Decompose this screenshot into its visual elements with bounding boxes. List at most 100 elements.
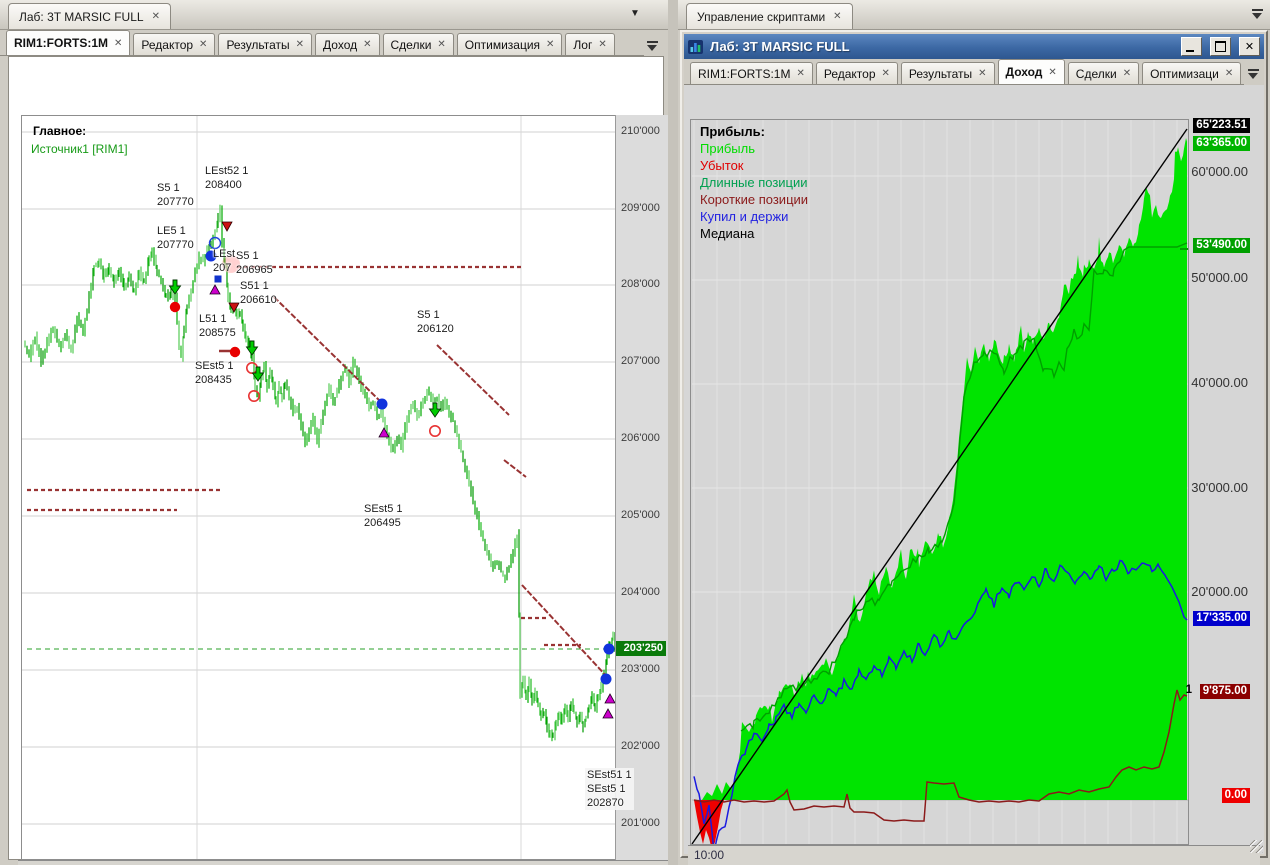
panel-menu-arrow-icon[interactable]: ▼ [630, 8, 640, 19]
legend-item[interactable]: Короткие позиции [700, 191, 808, 208]
tab-label: Редактор [823, 66, 876, 81]
long-entry-triangle-icon [209, 284, 221, 295]
close-button[interactable]: ✕ [1239, 37, 1260, 56]
maximize-button[interactable] [1210, 37, 1231, 56]
tab-close-icon[interactable]: ✕ [796, 68, 804, 79]
tab-доход[interactable]: Доход ✕ [315, 33, 380, 55]
tab-label: Лог [573, 37, 593, 52]
tab-close-icon[interactable]: ✕ [1225, 68, 1233, 79]
y-axis-label: 205'000 [621, 509, 660, 521]
chart-source-label[interactable]: Источник1 [RIM1] [31, 142, 128, 156]
tab-rim1-forts-1m[interactable]: RIM1:FORTS:1M ✕ [6, 30, 131, 55]
left-doc-tabstrip: RIM1:FORTS:1M ✕ Редактор ✕ Результаты ✕ Доход ✕… [0, 30, 644, 56]
tab-сделки[interactable]: Сделки ✕ [1067, 62, 1140, 84]
tab-label: Редактор [141, 37, 194, 52]
equity-time-axis: 10:00 17.03.2011 24.03.2011 31.03.2011 0… [688, 845, 1260, 865]
app-root: Лаб: 3T MARSIC FULL ✕ ▼ RIM1:FORTS:1M ✕ Ре… [0, 0, 1270, 865]
workspace-tab-lab[interactable]: Лаб: 3T MARSIC FULL ✕ [8, 3, 171, 29]
trade-label: S5 1 207770 [157, 182, 194, 208]
value-badge: 63'365.00 [1193, 136, 1250, 151]
workspace-tab-label: Управление скриптами [697, 9, 826, 24]
tab-сделки[interactable]: Сделки ✕ [382, 33, 454, 55]
tab-overflow-icon[interactable] [1248, 68, 1261, 80]
tab-close-icon[interactable]: ✕ [296, 39, 304, 50]
y-axis-label: 204'000 [621, 586, 660, 598]
right-panel: Управление скриптами ✕ Лаб: 3T MARSIC FU… [678, 0, 1270, 865]
tab-close-icon[interactable]: ✕ [114, 38, 122, 49]
trade-label: S5 1 206965 [236, 250, 273, 276]
tab-close-icon[interactable]: ✕ [882, 68, 890, 79]
right-doc-tabstrip: RIM1:FORTS:1M ✕ Редактор ✕ Результаты ✕ Доход ✕… [684, 59, 1244, 85]
price-chart[interactable] [21, 115, 617, 860]
entry-dot-icon [600, 673, 612, 685]
current-price-badge: 203'250 [616, 641, 666, 656]
trend-lines[interactable] [27, 265, 610, 680]
legend-item[interactable]: Убыток [700, 157, 808, 174]
entry-dot-icon [376, 398, 388, 410]
gridlines [21, 115, 615, 860]
y-axis-label: 201'000 [621, 817, 660, 829]
y-axis-label: 40'000.00 [1191, 375, 1248, 390]
tab-результаты[interactable]: Результаты ✕ [218, 33, 313, 55]
workspace-tab-scripts[interactable]: Управление скриптами ✕ [686, 3, 853, 29]
y-axis-label: 208'000 [621, 278, 660, 290]
tab-close-icon[interactable]: ✕ [437, 39, 445, 50]
tab-label: RIM1:FORTS:1M [14, 36, 108, 50]
close-icon[interactable]: ✕ [833, 11, 841, 22]
window-titlebar[interactable]: Лаб: 3T MARSIC FULL ✕ [684, 34, 1264, 59]
legend-item[interactable]: Купил и держи [700, 208, 808, 225]
trade-label: LEst52 1 208400 [205, 165, 249, 191]
legend-item[interactable]: Прибыль [700, 140, 808, 157]
tab-close-icon[interactable]: ✕ [1123, 68, 1131, 79]
tab-close-icon[interactable]: ✕ [199, 39, 207, 50]
time-label: 10:00 [694, 848, 725, 862]
tab-close-icon[interactable]: ✕ [546, 39, 554, 50]
y-axis-label: 207'000 [621, 355, 660, 367]
entry-dot-icon [603, 643, 615, 655]
tab-доход[interactable]: Доход ✕ [997, 59, 1065, 84]
tab-label: Доход [323, 37, 358, 52]
trade-markers [168, 221, 616, 719]
trade-label: S51 1 206610 [240, 280, 277, 306]
tab-label: Результаты [226, 37, 290, 52]
legend-item[interactable]: Длинные позиции [700, 174, 808, 191]
stop-dot-icon [229, 346, 241, 358]
tab-overflow-icon[interactable] [647, 40, 660, 52]
tab-label: Доход [1005, 65, 1043, 79]
tab-close-icon[interactable]: ✕ [1048, 67, 1056, 78]
workspace-tabstrip-right: Управление скриптами ✕ [678, 0, 1270, 30]
long-entry-triangle-icon [604, 693, 616, 704]
tab-лог[interactable]: Лог ✕ [565, 33, 615, 55]
tab-редактор[interactable]: Редактор ✕ [815, 62, 898, 84]
tab-label: Сделки [1075, 66, 1117, 81]
entry-square-icon [214, 275, 222, 283]
tab-close-icon[interactable]: ✕ [598, 39, 606, 50]
long-entry-triangle-icon [602, 708, 614, 719]
y-axis-label: 209'000 [621, 202, 660, 214]
value-badge: 17'335.00 [1193, 611, 1250, 626]
resize-grip[interactable] [1250, 840, 1263, 853]
minimize-button[interactable] [1181, 37, 1202, 56]
close-icon[interactable]: ✕ [152, 11, 160, 22]
legend-item[interactable]: Медиана [700, 225, 808, 242]
trade-label: L51 1 208575 [199, 313, 236, 339]
tab-label: Оптимизация [464, 37, 541, 52]
tab-close-icon[interactable]: ✕ [363, 39, 371, 50]
tab-оптимизаци[interactable]: Оптимизаци ✕ [1142, 62, 1242, 84]
tab-label: Сделки [390, 37, 432, 52]
panel-splitter[interactable] [668, 0, 678, 865]
tab-оптимизация[interactable]: Оптимизация ✕ [456, 33, 563, 55]
chart-group-header[interactable]: Главное: [33, 124, 86, 138]
panel-overflow-icon[interactable] [1252, 8, 1265, 20]
tab-результаты[interactable]: Результаты ✕ [900, 62, 995, 84]
tab-редактор[interactable]: Редактор ✕ [133, 33, 216, 55]
y-axis-label: 210'000 [621, 125, 660, 137]
y-axis-label: 30'000.00 [1191, 480, 1248, 495]
tab-close-icon[interactable]: ✕ [978, 68, 986, 79]
plot-border [21, 115, 616, 860]
y-axis-label: 50'000.00 [1191, 270, 1248, 285]
workspace-tab-label: Лаб: 3T MARSIC FULL [19, 9, 144, 24]
lab-window: Лаб: 3T MARSIC FULL ✕ RIM1:FORTS:1M ✕ Реда… [680, 30, 1268, 865]
equity-axis-labels: 60'000.00 50'000.00 40'000.00 30'000.00 20'0… [1182, 115, 1256, 845]
tab-rim1-forts-1m[interactable]: RIM1:FORTS:1M ✕ [690, 62, 813, 84]
